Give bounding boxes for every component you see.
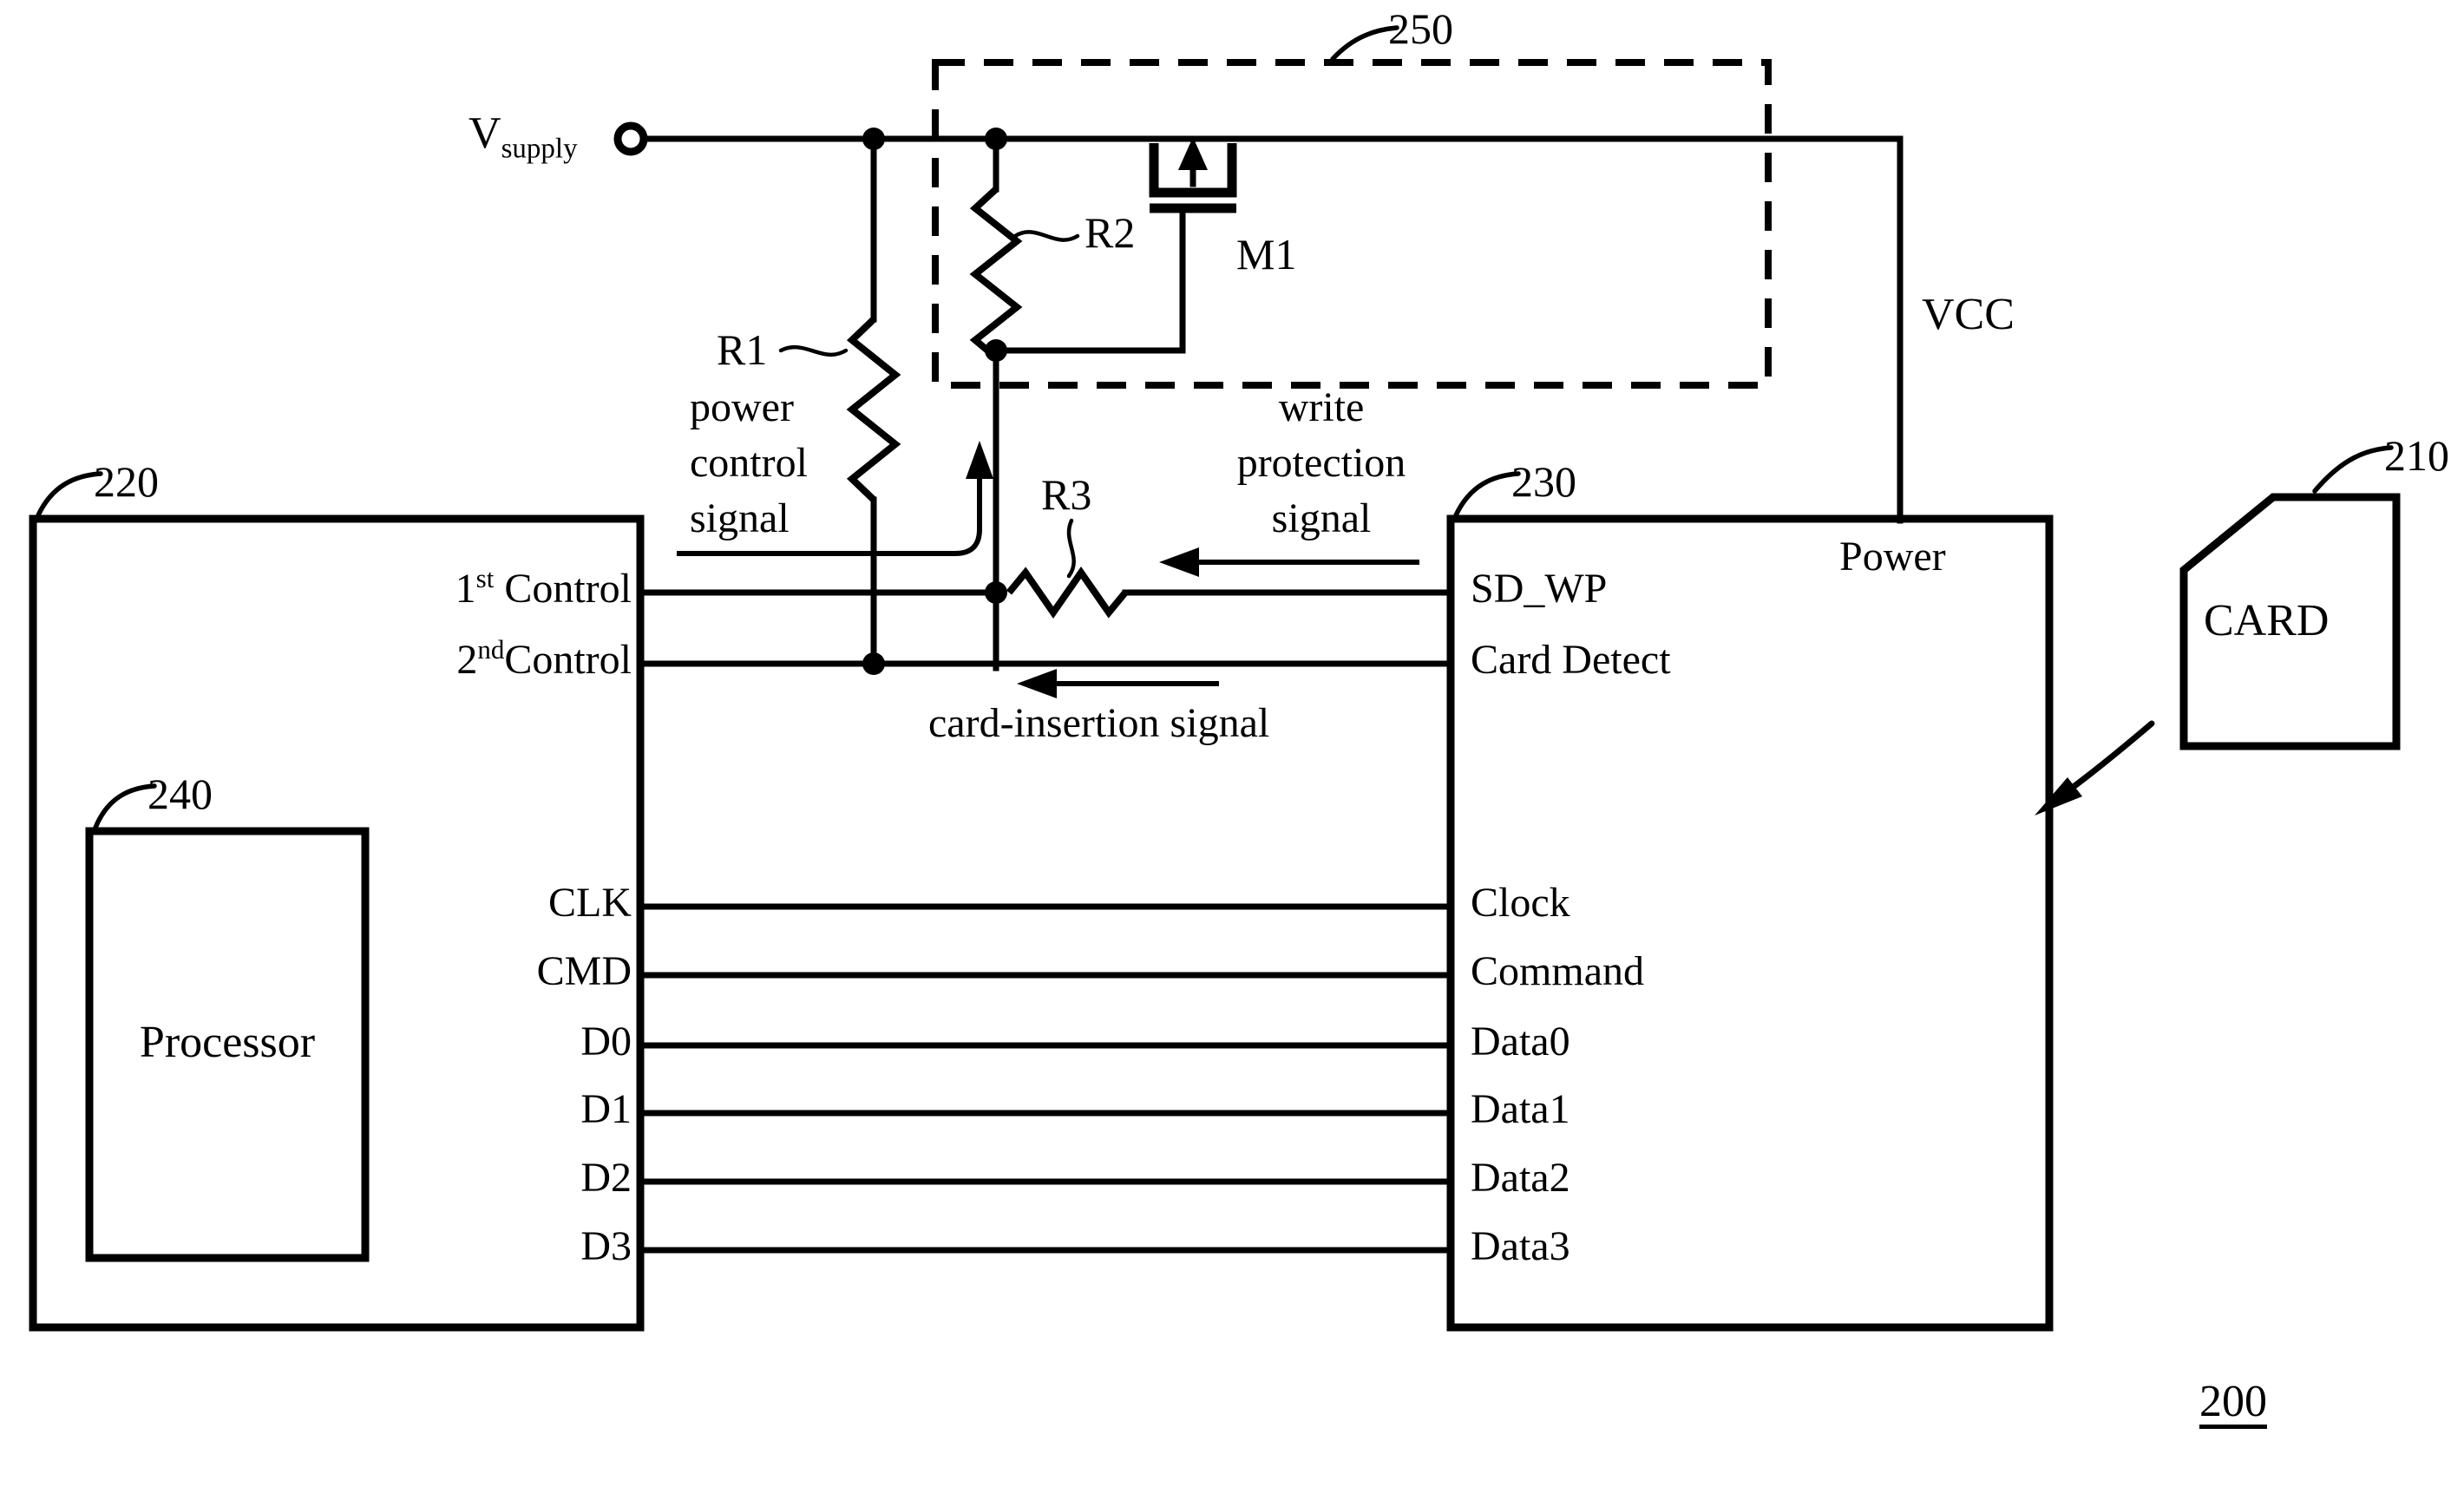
vsupply-label: Vsupply bbox=[469, 111, 578, 163]
ref-220: 220 bbox=[94, 457, 159, 506]
vsupply-label-main: V bbox=[469, 108, 501, 158]
junction-dot-first-control bbox=[985, 581, 1007, 604]
socket-pin-data2: Data2 bbox=[1471, 1155, 1570, 1201]
host-pin-d0: D0 bbox=[580, 1019, 632, 1064]
leader-line-210 bbox=[2312, 445, 2394, 494]
processor-label: Processor bbox=[139, 1018, 316, 1067]
power-control-signal-line1: power bbox=[690, 384, 794, 430]
card-label: CARD bbox=[2204, 596, 2330, 645]
label-vcc: VCC bbox=[1922, 290, 2015, 339]
ref-210: 210 bbox=[2384, 431, 2449, 480]
label-r1: R1 bbox=[717, 325, 768, 374]
power-control-signal-label: power control signal bbox=[690, 387, 808, 540]
host-pin-first-control-sup: st bbox=[475, 563, 495, 593]
host-pin-first-control-text: Control bbox=[504, 566, 632, 612]
power-control-signal-line3: signal bbox=[690, 495, 790, 541]
host-pin-clk: CLK bbox=[548, 880, 632, 926]
host-pin-d3: D3 bbox=[580, 1223, 632, 1269]
leader-squiggle-r1 bbox=[778, 344, 849, 357]
patent-figure-canvas: Vsupply 250 R1 R2 M1 R3 VCC power contro… bbox=[0, 0, 2464, 1487]
write-protection-signal-line1: write bbox=[1278, 384, 1365, 430]
ref-250: 250 bbox=[1388, 4, 1453, 53]
label-r3: R3 bbox=[1041, 470, 1092, 519]
host-pin-d2: D2 bbox=[580, 1155, 632, 1201]
write-protection-signal-arrowhead bbox=[1159, 547, 1199, 577]
ref-230: 230 bbox=[1511, 457, 1576, 506]
m1-bulk-arrowhead bbox=[1178, 137, 1208, 170]
r2-resistor-zigzag bbox=[969, 187, 1023, 361]
vsupply-label-sub: supply bbox=[501, 133, 578, 165]
host-pin-first-control-num: 1 bbox=[455, 566, 476, 612]
leader-squiggle-r2 bbox=[1012, 230, 1080, 242]
power-control-signal-line2: control bbox=[690, 440, 808, 486]
write-protection-signal-line3: signal bbox=[1271, 495, 1372, 541]
leader-line-230 bbox=[1453, 471, 1521, 518]
socket-pin-clock: Clock bbox=[1471, 880, 1570, 926]
socket-pin-data3: Data3 bbox=[1471, 1223, 1570, 1269]
power-switch-dashed-boundary bbox=[932, 59, 1772, 389]
host-pin-second-control: 2ndControl bbox=[224, 636, 632, 683]
power-control-signal-arrowhead bbox=[966, 441, 993, 479]
host-pin-second-control-sup: nd bbox=[477, 634, 505, 665]
r1-resistor-zigzag bbox=[846, 317, 901, 502]
card-insertion-signal-arrowhead bbox=[1017, 669, 1057, 698]
socket-pin-data1: Data1 bbox=[1471, 1086, 1570, 1132]
leader-line-220 bbox=[36, 471, 103, 518]
r3-resistor-zigzag bbox=[1006, 566, 1129, 619]
socket-pin-data0: Data0 bbox=[1471, 1019, 1570, 1064]
leader-line-240 bbox=[93, 783, 157, 830]
ref-240: 240 bbox=[147, 770, 213, 818]
socket-pin-card-detect: Card Detect bbox=[1471, 637, 1671, 683]
socket-power-label: Power bbox=[1839, 534, 1946, 580]
leader-line-250 bbox=[1330, 25, 1399, 62]
write-protection-signal-label: write protection signal bbox=[1196, 387, 1447, 540]
junction-dot-second-control bbox=[862, 652, 885, 675]
figure-number-200: 200 bbox=[2199, 1377, 2267, 1426]
host-pin-second-control-num: 2 bbox=[456, 637, 478, 683]
socket-pin-command: Command bbox=[1471, 948, 1644, 994]
host-pin-cmd: CMD bbox=[536, 948, 632, 994]
socket-pin-sd-wp: SD_WP bbox=[1471, 566, 1608, 612]
vsupply-terminal-circle bbox=[613, 121, 648, 156]
label-r2: R2 bbox=[1085, 208, 1136, 257]
write-protection-signal-line2: protection bbox=[1236, 440, 1406, 486]
leader-squiggle-r3 bbox=[1066, 518, 1076, 579]
host-pin-first-control: 1st Control bbox=[224, 565, 632, 612]
host-pin-d1: D1 bbox=[580, 1086, 632, 1132]
card-insertion-signal-label: card-insertion signal bbox=[928, 700, 1270, 746]
host-pin-second-control-text: Control bbox=[504, 637, 632, 683]
label-m1: M1 bbox=[1236, 230, 1297, 278]
